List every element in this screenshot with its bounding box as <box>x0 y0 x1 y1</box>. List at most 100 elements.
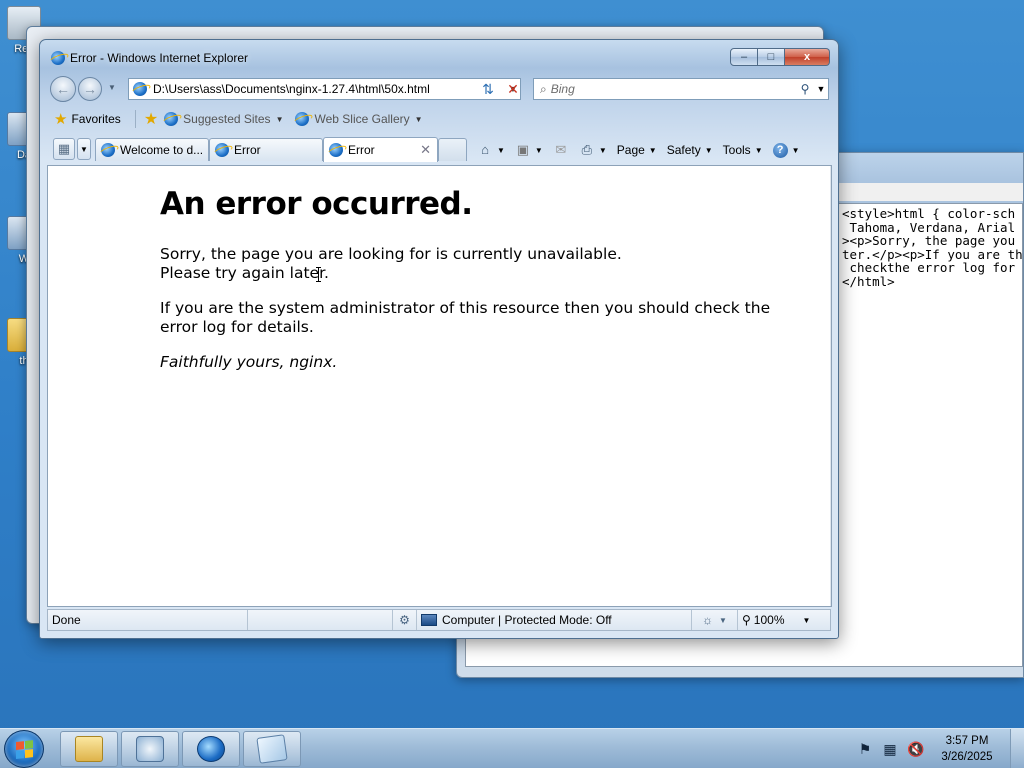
search-options-dropdown[interactable]: ▼ <box>814 84 828 94</box>
refresh-button[interactable]: ⇅ <box>476 78 500 100</box>
favorites-bar: ★ Favorites ★ Suggested Sites ▼ Web Slic… <box>40 106 838 132</box>
ie-page-icon <box>329 143 343 157</box>
folder-icon <box>75 736 103 762</box>
safety-menu[interactable]: Safety ▼ <box>667 143 713 157</box>
volume-muted-icon[interactable]: 🔇 <box>907 741 924 757</box>
system-tray: ⚑ ▦ 🔇 3:57 PM 3/26/2025 <box>857 729 1024 768</box>
page-content[interactable]: An error occurred. Sorry, the page you a… <box>47 165 832 607</box>
read-mail-button[interactable]: ✉ <box>553 142 569 158</box>
star-icon: ★ <box>54 111 68 128</box>
tab-error-active[interactable]: Error ✕ <box>323 137 438 162</box>
chevron-down-icon: ▼ <box>598 145 607 155</box>
content-edge <box>830 166 831 606</box>
zone-label: Computer | Protected Mode: Off <box>442 613 612 627</box>
navigation-bar: ← → ▼ D:\Users\ass\Documents\nginx-1.27.… <box>40 74 838 104</box>
printer-icon: ⎙ <box>581 142 593 157</box>
back-button[interactable]: ← <box>50 76 76 102</box>
chevron-down-icon: ▼ <box>648 145 657 155</box>
command-bar: ⌂ ▼ ▣ ▼ ✉ ⎙ ▼ Page ▼ Safety ▼ Tools ▼ ? ▼ <box>477 138 810 162</box>
chevron-down-icon: ▼ <box>802 615 811 625</box>
page-menu[interactable]: Page ▼ <box>617 143 657 157</box>
ie-window[interactable]: Error - Windows Internet Explorer – □ x … <box>39 39 839 639</box>
window-controls: – □ x <box>730 48 830 66</box>
notepad-icon <box>256 734 288 764</box>
tab-list-dropdown[interactable]: ▼ <box>77 138 91 160</box>
chevron-down-icon: ▼ <box>719 615 727 625</box>
favorites-button[interactable]: ★ Favorites <box>54 110 121 128</box>
admin-message: If you are the system administrator of t… <box>160 299 780 337</box>
code-line: ter.</p><p>If you are th <box>842 246 1023 262</box>
web-slice-gallery-link[interactable]: Web Slice Gallery ▼ <box>295 112 423 126</box>
window-title: Error - Windows Internet Explorer <box>70 51 249 65</box>
error-message-line1: Sorry, the page you are looking for is c… <box>160 245 622 263</box>
divider <box>134 110 136 128</box>
taskbar-ie-button[interactable] <box>182 731 240 767</box>
search-placeholder[interactable]: Bing <box>547 82 796 96</box>
quick-tabs-button[interactable]: ▦ <box>53 138 75 160</box>
code-line: <style>html { color-sch <box>842 206 1016 221</box>
security-zone[interactable]: Computer | Protected Mode: Off <box>417 610 692 630</box>
taskbar-explorer-button[interactable] <box>60 731 118 767</box>
tab-row: ▦ ▼ Welcome to d... Error Error ✕ ⌂ ▼ ▣ ▼ … <box>40 136 838 164</box>
refresh-icon: ⇅ <box>482 80 494 97</box>
computer-icon <box>421 614 437 626</box>
stop-icon: ✕ <box>507 80 519 97</box>
security-status-icon[interactable]: ⚙ <box>393 610 417 630</box>
tab-error[interactable]: Error <box>209 138 323 161</box>
help-icon: ? <box>772 142 788 158</box>
start-button[interactable] <box>4 730 44 768</box>
search-icon[interactable]: ⚲ <box>796 82 814 96</box>
suggested-sites-label: Suggested Sites <box>183 112 271 126</box>
address-bar[interactable]: D:\Users\ass\Documents\nginx-1.27.4\html… <box>128 78 521 100</box>
arrow-right-icon: → <box>83 81 97 97</box>
ie-page-icon <box>295 112 310 126</box>
network-tray-icon[interactable]: ▦ <box>882 741 898 757</box>
search-box[interactable]: ⌕ Bing ⚲ ▼ <box>533 78 829 100</box>
home-button[interactable]: ⌂ ▼ <box>477 142 505 158</box>
recent-pages-dropdown[interactable]: ▼ <box>108 83 116 92</box>
tab-welcome[interactable]: Welcome to d... <box>95 138 209 161</box>
safety-menu-label: Safety <box>666 143 701 157</box>
error-message: Sorry, the page you are looking for is c… <box>160 245 780 283</box>
status-bar: Done ⚙ Computer | Protected Mode: Off ☼ ▼… <box>47 609 831 631</box>
text-cursor-icon <box>316 267 324 282</box>
close-button[interactable]: x <box>785 48 830 66</box>
clock[interactable]: 3:57 PM 3/26/2025 <box>932 733 1002 765</box>
add-favorite-icon[interactable]: ★ <box>144 109 158 129</box>
web-slice-gallery-label: Web Slice Gallery <box>314 112 410 126</box>
address-url[interactable]: D:\Users\ass\Documents\nginx-1.27.4\html… <box>153 82 506 96</box>
ie-page-icon <box>101 143 115 157</box>
chevron-down-icon: ▼ <box>414 114 423 124</box>
title-bar[interactable]: Error - Windows Internet Explorer – □ x <box>40 40 838 76</box>
taskbar-notepad-button[interactable] <box>243 731 301 767</box>
clock-date: 3/26/2025 <box>941 751 993 763</box>
tools-menu[interactable]: Tools ▼ <box>723 143 763 157</box>
compat-mode-button[interactable]: ☼ ▼ <box>692 610 738 630</box>
forward-button[interactable]: → <box>78 77 102 101</box>
code-line: </html> <box>842 273 895 289</box>
show-desktop-button[interactable] <box>1010 729 1024 768</box>
zoom-control[interactable]: ⚲ 100% ▼ <box>738 610 830 630</box>
minimize-button[interactable]: – <box>730 48 758 66</box>
page-menu-label: Page <box>616 143 645 157</box>
zoom-icon: ⚲ <box>742 613 751 627</box>
stop-button[interactable]: ✕ <box>501 78 525 100</box>
signature: Faithfully yours, nginx. <box>160 353 338 371</box>
suggested-sites-link[interactable]: Suggested Sites ▼ <box>164 112 283 126</box>
code-line: Tahoma, Verdana, Arial <box>842 219 1016 235</box>
search-provider-icon: ⌕ <box>540 81 547 96</box>
action-center-flag-icon[interactable]: ⚑ <box>857 741 873 757</box>
ie-page-icon <box>164 112 179 126</box>
help-menu[interactable]: ? ▼ <box>772 142 800 158</box>
print-button[interactable]: ⎙ ▼ <box>579 142 607 158</box>
maximize-button[interactable]: □ <box>758 48 785 66</box>
taskbar-network-button[interactable] <box>121 731 179 767</box>
zoom-level: 100% <box>753 613 785 627</box>
arrow-left-icon: ← <box>56 81 70 97</box>
new-tab-button[interactable] <box>438 138 467 161</box>
tab-label: Error <box>348 143 375 157</box>
code-line: checkthe error log for <box>842 260 1016 276</box>
feeds-button[interactable]: ▣ ▼ <box>515 142 543 158</box>
clock-time: 3:57 PM <box>945 735 989 747</box>
close-tab-icon[interactable]: ✕ <box>420 142 431 158</box>
